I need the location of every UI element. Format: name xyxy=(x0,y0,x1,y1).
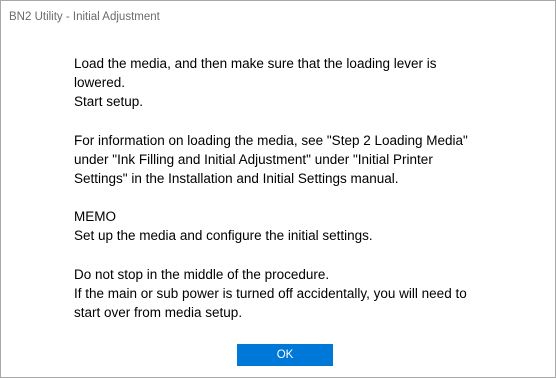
title-bar[interactable]: BN2 Utility - Initial Adjustment xyxy=(1,1,555,33)
instruction-reference-manual: For information on loading the media, se… xyxy=(74,132,468,187)
initial-adjustment-dialog: BN2 Utility - Initial Adjustment Load th… xyxy=(0,0,556,378)
procedure-warning: Do not stop in the middle of the procedu… xyxy=(74,266,467,321)
memo-note: MEMO Set up the media and configure the … xyxy=(74,209,373,244)
ok-button[interactable]: OK xyxy=(237,344,333,366)
window-title: BN2 Utility - Initial Adjustment xyxy=(9,11,160,23)
instruction-load-media: Load the media, and then make sure that … xyxy=(74,56,437,110)
message-body: Load the media, and then make sure that … xyxy=(74,54,514,322)
